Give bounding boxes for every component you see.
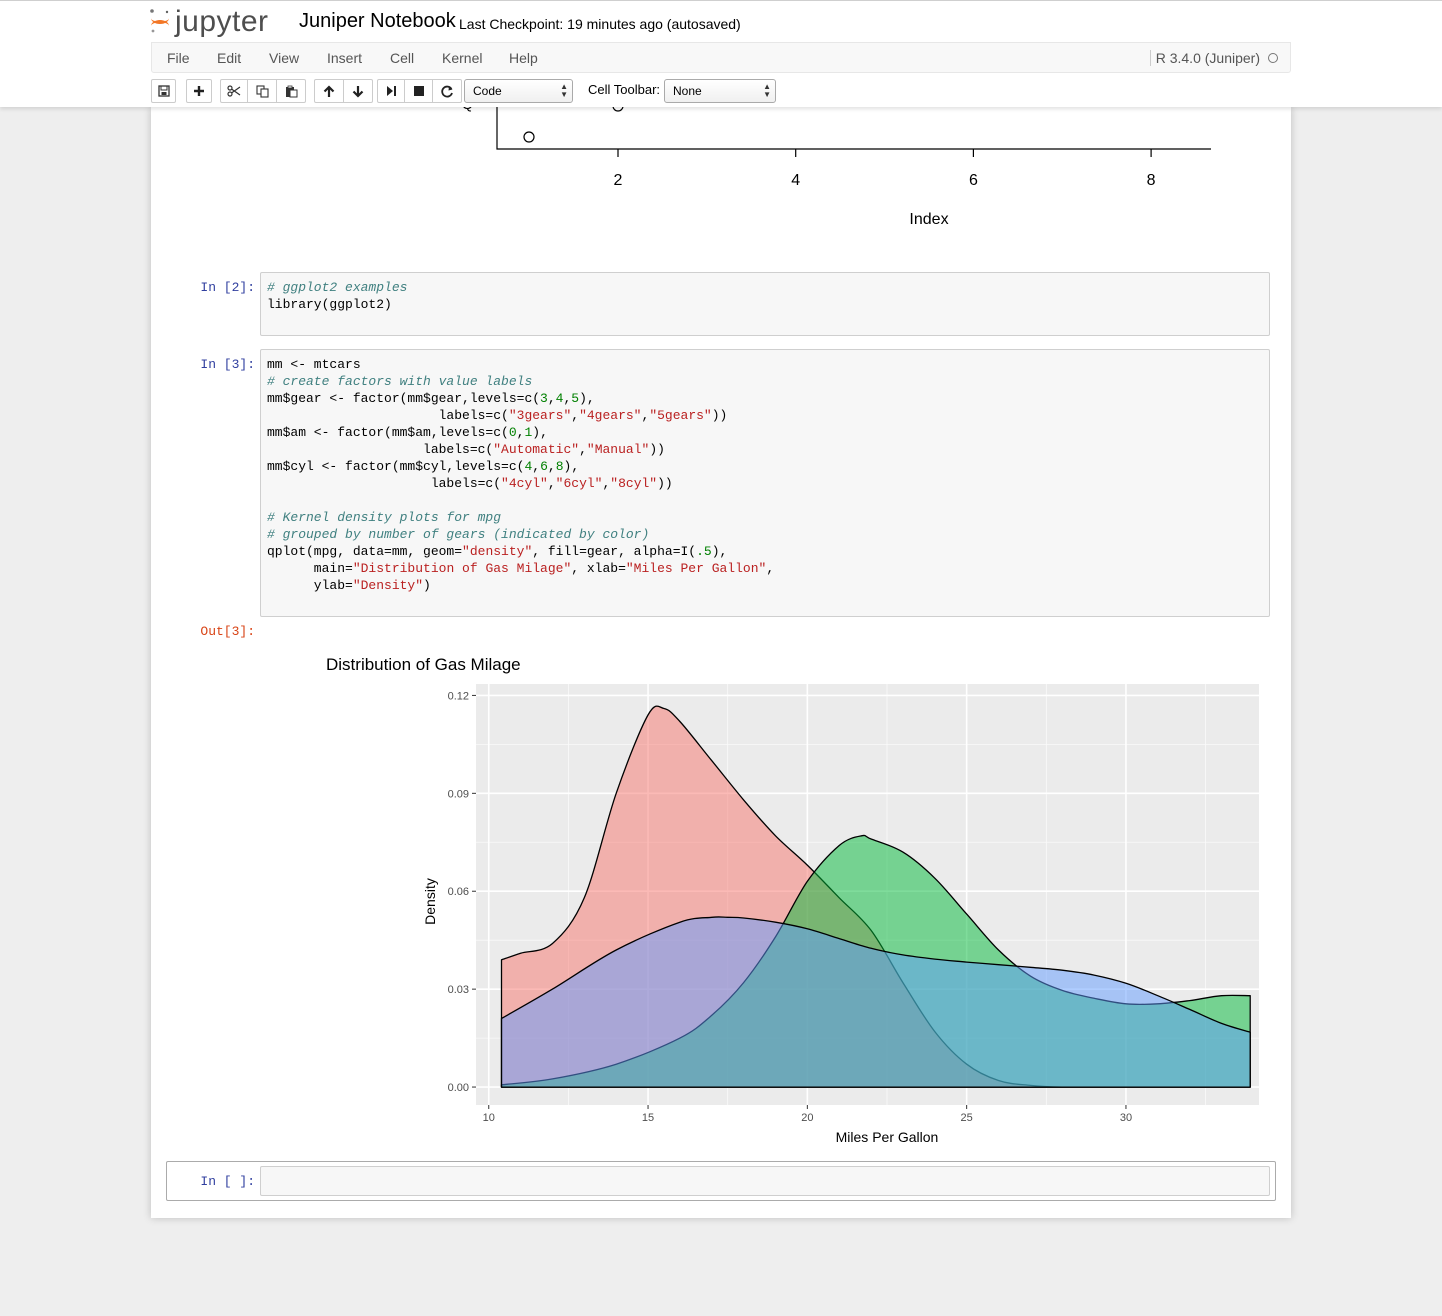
index-plot: Q 246810 Index bbox=[462, 107, 1211, 228]
cell-type-value: Code bbox=[473, 84, 502, 98]
y-tick-label: 0.03 bbox=[448, 984, 469, 996]
select-arrows-icon: ▲ ▼ bbox=[560, 82, 568, 99]
menu-insert[interactable]: Insert bbox=[327, 50, 362, 66]
kernel-name: R 3.4.0 (Juniper) bbox=[1155, 50, 1260, 66]
plus-icon bbox=[194, 86, 204, 96]
code-line: labels=c("4cyl","6cyl","8cyl")) bbox=[267, 476, 673, 491]
cell-prompt: In [2]: bbox=[200, 280, 255, 295]
partial-axis-label: Q bbox=[462, 107, 473, 112]
jupyter-logo[interactable]: jupyter bbox=[149, 4, 269, 40]
menu-file[interactable]: File bbox=[167, 50, 190, 66]
menu-cell[interactable]: Cell bbox=[390, 50, 414, 66]
x-tick-label: 8 bbox=[1147, 172, 1156, 189]
step-forward-icon bbox=[387, 86, 396, 96]
y-tick-label: 0.00 bbox=[448, 1082, 469, 1094]
x-axis-label: Index bbox=[909, 211, 948, 228]
cell-toolbar-value: None bbox=[673, 84, 702, 98]
code-line: mm$gear <- factor(mm$gear,levels=c(3,4,5… bbox=[267, 391, 595, 406]
code-line: labels=c("3gears","4gears","5gears")) bbox=[267, 408, 728, 423]
menu-bar: File Edit View Insert Cell Kernel Help R… bbox=[151, 42, 1291, 73]
code-line: main="Distribution of Gas Milage", xlab=… bbox=[267, 561, 775, 576]
code-line: ylab="Density") bbox=[267, 578, 431, 593]
notebook-header: jupyter Juniper Notebook Last Checkpoint… bbox=[0, 0, 1442, 107]
move-down-button[interactable] bbox=[344, 79, 373, 103]
insert-cell-button[interactable] bbox=[186, 79, 212, 103]
jupyter-logo-icon bbox=[150, 9, 169, 33]
cell-toolbar-label: Cell Toolbar: bbox=[588, 82, 661, 97]
kernel-indicator[interactable]: R 3.4.0 (Juniper) bbox=[1149, 50, 1278, 66]
cell-prompt: In [ ]: bbox=[200, 1174, 255, 1189]
y-tick-label: 0.06 bbox=[448, 886, 469, 898]
code-comment: # ggplot2 examples bbox=[267, 280, 408, 295]
notebook-container: Q 2 4 6 8 10 Index In [2]: # ggplot2 example… bbox=[151, 107, 1291, 1218]
x-axis-label: Miles Per Gallon bbox=[836, 1129, 939, 1145]
plot-point bbox=[612, 107, 624, 112]
checkpoint-status: Last Checkpoint: 19 minutes ago (autosav… bbox=[459, 16, 741, 32]
paste-icon bbox=[285, 85, 297, 97]
jupyter-logo-text: jupyter bbox=[175, 5, 269, 38]
code-comment: # create factors with value labels bbox=[267, 374, 533, 389]
x-tick-label: 2 bbox=[614, 172, 623, 189]
arrow-down-icon bbox=[352, 85, 364, 98]
x-tick-label: 4 bbox=[791, 172, 800, 189]
y-tick-label: 0.09 bbox=[448, 788, 469, 800]
code-line: mm <- mtcars bbox=[267, 357, 361, 372]
save-button[interactable] bbox=[151, 79, 176, 103]
output-prompt: Out[3]: bbox=[200, 624, 255, 639]
run-cell-button[interactable] bbox=[377, 79, 405, 103]
code-comment: # grouped by number of gears (indicated … bbox=[267, 527, 650, 542]
paste-button[interactable] bbox=[277, 79, 306, 103]
x-tick-label: 10 bbox=[483, 1112, 495, 1124]
code-comment: # Kernel density plots for mpg bbox=[267, 510, 502, 525]
interrupt-kernel-button[interactable] bbox=[405, 79, 433, 103]
x-tick-label: 20 bbox=[801, 1112, 813, 1124]
cut-button[interactable] bbox=[220, 79, 248, 103]
chart-title: Distribution of Gas Milage bbox=[326, 655, 521, 674]
code-cell-input[interactable]: mm <- mtcars # create factors with value… bbox=[260, 349, 1270, 617]
save-icon bbox=[157, 85, 170, 97]
cell-toolbar-select[interactable]: None ▲ ▼ bbox=[664, 79, 776, 103]
empty-code-input[interactable] bbox=[260, 1166, 1270, 1196]
y-axis-ticks: 0.00 0.03 0.06 0.09 0.12 bbox=[448, 690, 476, 1094]
plot-point bbox=[523, 131, 535, 143]
y-tick-label: 0.12 bbox=[448, 690, 469, 702]
move-up-button[interactable] bbox=[314, 79, 344, 103]
x-axis-ticks: 101520253035 bbox=[483, 1105, 1132, 1124]
code-line: labels=c("Automatic","Manual")) bbox=[267, 442, 665, 457]
menu-view[interactable]: View bbox=[269, 50, 299, 66]
arrow-up-icon bbox=[323, 84, 335, 97]
x-tick-label: 25 bbox=[961, 1112, 973, 1124]
y-axis-label: Density bbox=[422, 878, 438, 925]
menu-edit[interactable]: Edit bbox=[217, 50, 241, 66]
copy-icon bbox=[255, 84, 269, 98]
x-tick-label: 30 bbox=[1120, 1112, 1132, 1124]
restart-icon bbox=[440, 85, 453, 97]
select-arrows-icon: ▲ ▼ bbox=[763, 82, 771, 99]
x-axis-ticks: 246810 bbox=[614, 149, 1156, 189]
code-line: mm$am <- factor(mm$am,levels=c(0,1), bbox=[267, 425, 548, 440]
copy-button[interactable] bbox=[248, 79, 277, 103]
plot-frame bbox=[496, 107, 1211, 150]
cell-type-select[interactable]: Code ▲ ▼ bbox=[464, 79, 573, 103]
kernel-idle-icon bbox=[1268, 53, 1278, 63]
toolbar: Code ▲ ▼ Cell Toolbar: None ▲ ▼ bbox=[151, 79, 1291, 103]
code-line: mm$cyl <- factor(mm$cyl,levels=c(4,6,8), bbox=[267, 459, 580, 474]
notebook-title[interactable]: Juniper Notebook bbox=[299, 10, 456, 33]
cell-prompt: In [3]: bbox=[200, 357, 255, 372]
code-cell-input[interactable]: # ggplot2 examples library(ggplot2) bbox=[260, 272, 1270, 336]
code-line: qplot(mpg, data=mm, geom="density", fill… bbox=[267, 544, 728, 559]
menu-help[interactable]: Help bbox=[509, 50, 538, 66]
stop-icon bbox=[413, 86, 424, 96]
x-tick-label: 6 bbox=[969, 172, 978, 189]
x-tick-label: 15 bbox=[642, 1112, 654, 1124]
menu-kernel[interactable]: Kernel bbox=[442, 50, 482, 66]
density-chart: Distribution of Gas Milage 0.000.030.060… bbox=[326, 655, 1259, 1145]
restart-kernel-button[interactable] bbox=[433, 79, 462, 103]
code-line: library(ggplot2) bbox=[267, 297, 392, 312]
cut-icon bbox=[227, 85, 241, 97]
